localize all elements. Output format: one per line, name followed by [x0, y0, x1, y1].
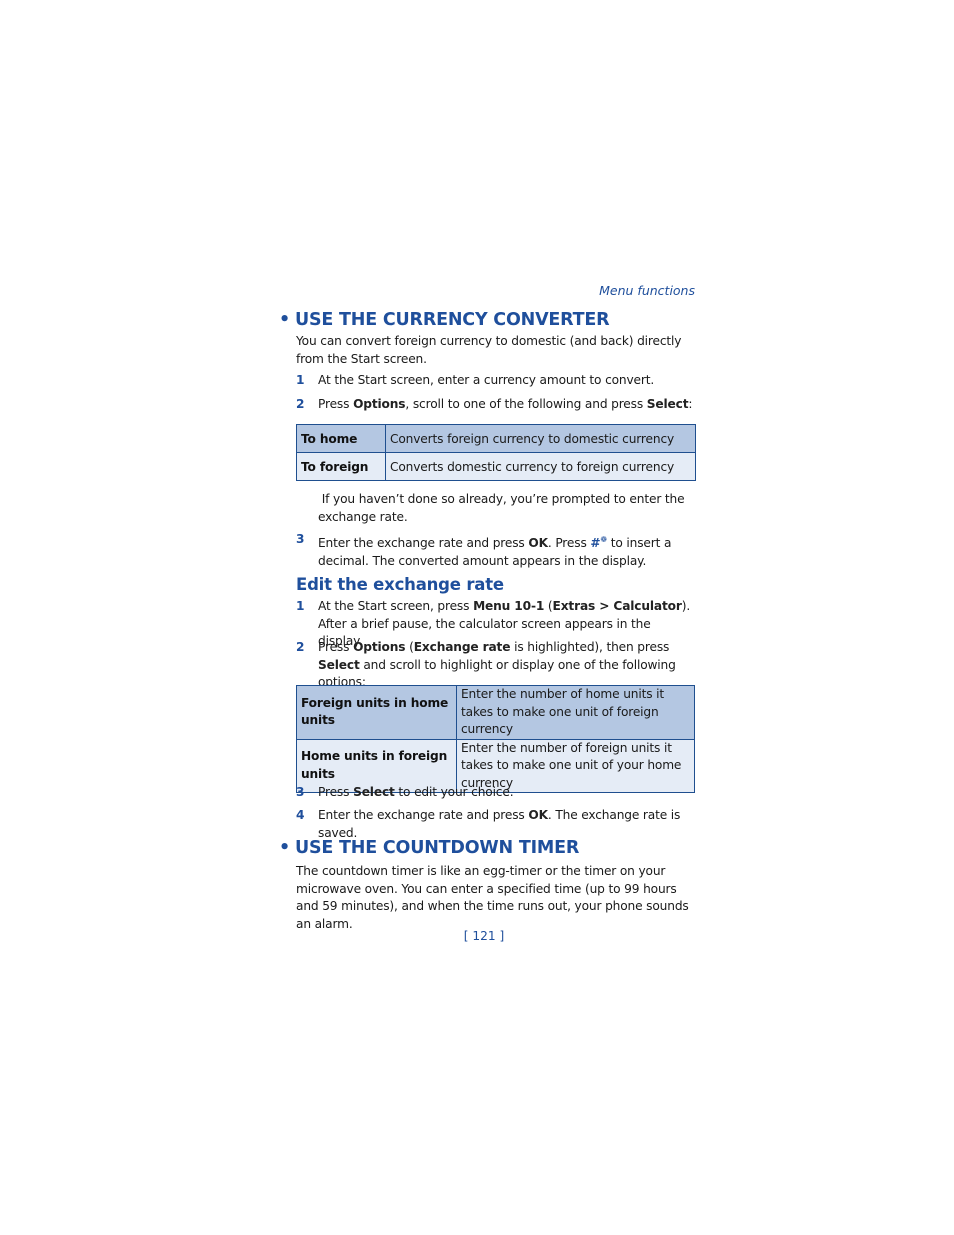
option-name: To home — [296, 424, 386, 453]
table-row: To foreign Converts domestic currency to… — [296, 452, 696, 481]
text: ( — [405, 640, 414, 654]
option-name: To foreign — [296, 452, 386, 481]
text: At the Start screen, press — [318, 599, 474, 613]
hash-glyph: # — [590, 536, 601, 551]
table-row: To home Converts foreign currency to dom… — [296, 424, 696, 453]
select-key: Select — [318, 657, 360, 672]
section-heading-countdown-timer: • USE THE COUNTDOWN TIMER — [279, 838, 579, 858]
step-number: 3 — [296, 532, 305, 546]
text: , scroll to one of the following and pre… — [405, 397, 647, 411]
option-name: Foreign units in home units — [296, 685, 457, 740]
step-1: 1 At the Start screen, enter a currency … — [296, 372, 698, 390]
options-key: Options — [353, 640, 406, 654]
step-number: 1 — [296, 599, 305, 613]
section-title: USE THE CURRENCY CONVERTER — [295, 310, 610, 330]
text: : — [688, 397, 693, 411]
manual-page: Menu functions • USE THE CURRENCY CONVERT… — [0, 0, 954, 1235]
step-number: 4 — [296, 808, 305, 822]
text: Enter the exchange rate and press — [318, 536, 529, 551]
edit-step-4: 4 Enter the exchange rate and press OK. … — [296, 807, 698, 842]
text: Enter the exchange rate and press — [318, 808, 529, 822]
text: ( — [544, 599, 553, 613]
step-text: Press Select to edit your choice. — [318, 784, 698, 802]
exchange-rate-options-table: Foreign units in home units Enter the nu… — [296, 685, 695, 793]
note-text: If you haven’t done so already, you’re p… — [318, 492, 689, 524]
ok-key: OK — [528, 808, 548, 822]
text: Press — [318, 785, 354, 799]
menu-path: Extras > Calculator — [552, 599, 682, 613]
step-3: 3 Enter the exchange rate and press OK. … — [296, 531, 698, 570]
menu-path: Menu 10-1 — [473, 599, 545, 613]
subsection-heading: Edit the exchange rate — [296, 575, 504, 594]
running-head: Menu functions — [599, 283, 695, 298]
step-number: 2 — [296, 397, 305, 411]
option-description: Converts domestic currency to foreign cu… — [385, 452, 696, 481]
ok-key: OK — [528, 536, 548, 551]
conversion-options-table: To home Converts foreign currency to dom… — [296, 424, 696, 481]
step-number: 2 — [296, 640, 305, 654]
select-key: Select — [353, 785, 395, 799]
text: Press — [318, 640, 354, 654]
step-text: Press Options (Exchange rate is highligh… — [318, 639, 698, 692]
step-text: Press Options, scroll to one of the foll… — [318, 396, 698, 414]
text: to edit your choice. — [394, 785, 514, 799]
step-text: Enter the exchange rate and press OK. Pr… — [318, 531, 698, 570]
bullet-icon: • — [279, 838, 290, 858]
select-key: Select — [646, 397, 689, 411]
bullet-icon: • — [279, 310, 290, 330]
hash-key-icon: #❁ — [590, 535, 607, 551]
text: is highlighted), then press — [510, 640, 670, 654]
edit-step-2: 2 Press Options (Exchange rate is highli… — [296, 639, 698, 692]
section-intro: You can convert foreign currency to dome… — [296, 334, 682, 366]
text: Press — [318, 397, 354, 411]
section-title: USE THE COUNTDOWN TIMER — [295, 838, 580, 858]
option-description: Converts foreign currency to domestic cu… — [385, 424, 696, 453]
step-number: 3 — [296, 785, 305, 799]
step-text: At the Start screen, enter a currency am… — [318, 373, 655, 387]
exchange-rate-item: Exchange rate — [413, 640, 511, 654]
step-2: 2 Press Options, scroll to one of the fo… — [296, 396, 698, 414]
option-description: Enter the number of home units it takes … — [456, 685, 695, 740]
page-number: [ 121 ] — [463, 929, 505, 943]
edit-step-3: 3 Press Select to edit your choice. — [296, 784, 698, 802]
table-row: Foreign units in home units Enter the nu… — [296, 685, 695, 740]
step-text: Enter the exchange rate and press OK. Th… — [318, 807, 698, 842]
section-heading-currency-converter: • USE THE CURRENCY CONVERTER — [279, 310, 610, 330]
section-intro: The countdown timer is like an egg-timer… — [296, 864, 689, 931]
options-key: Options — [353, 397, 406, 411]
step-number: 1 — [296, 373, 305, 387]
text: . Press — [547, 536, 591, 551]
